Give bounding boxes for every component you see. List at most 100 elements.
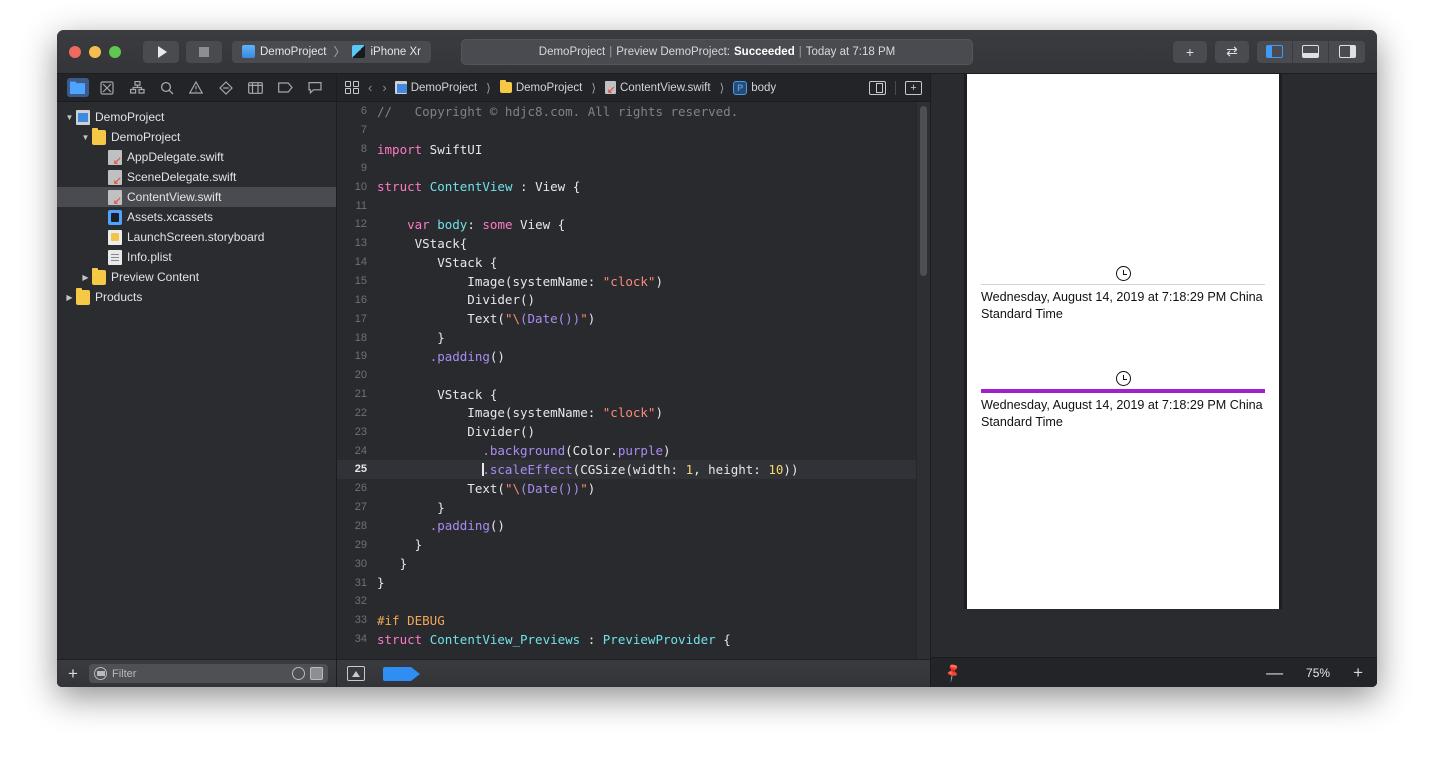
sidebar-item-project-navigator[interactable]	[66, 78, 89, 97]
add-editor-icon[interactable]	[905, 80, 922, 95]
disclosure-closed-icon[interactable]: ▶	[79, 273, 92, 282]
minimap-toggle-icon[interactable]	[869, 80, 886, 95]
scrollbar-thumb[interactable]	[920, 106, 927, 276]
code-token: ContentView_Previews	[429, 631, 581, 647]
code-token: Image(systemName:	[377, 273, 603, 289]
breadcrumb-group[interactable]: DemoProject	[499, 80, 582, 94]
code-line[interactable]: 25 .scaleEffect(CGSize(width: 1, height:…	[337, 460, 916, 479]
run-button[interactable]	[143, 40, 179, 63]
code-line[interactable]: 9	[337, 159, 916, 178]
sidebar-item-test-navigator[interactable]	[215, 78, 237, 97]
close-button[interactable]	[69, 45, 81, 58]
scheme-selector[interactable]: DemoProject 〉 iPhone Xr	[232, 40, 431, 63]
code-line[interactable]: 11	[337, 196, 916, 215]
code-line[interactable]: 7	[337, 121, 916, 140]
code-review-button[interactable]: ⇄	[1215, 40, 1249, 63]
preview-vstack: Wednesday, August 14, 2019 at 7:18:29 PM…	[981, 367, 1265, 431]
code-line[interactable]: 23 Divider()	[337, 422, 916, 441]
breakpoint-tag-icon[interactable]	[383, 666, 420, 681]
toggle-navigator-button[interactable]	[1257, 40, 1293, 63]
code-line[interactable]: 32	[337, 592, 916, 611]
traffic-lights	[69, 45, 121, 58]
code-token: ContentView	[429, 179, 513, 195]
code-line[interactable]: 27 }	[337, 498, 916, 517]
forward-button[interactable]: ›	[380, 80, 388, 95]
code-line[interactable]: 31}	[337, 573, 916, 592]
pin-icon[interactable]: 📌	[942, 661, 964, 683]
code-line[interactable]: 16 Divider()	[337, 290, 916, 309]
zoom-out-button[interactable]: —	[1266, 664, 1283, 681]
tree-row-label: DemoProject	[111, 130, 181, 144]
breadcrumb-symbol[interactable]: P body	[733, 80, 776, 95]
code-line[interactable]: 34 struct ContentView_Previews : PreviewP…	[337, 630, 916, 649]
tree-row[interactable]: ▶SceneDelegate.swift	[57, 167, 336, 187]
filter-input[interactable]: Filter	[89, 664, 328, 683]
tree-row[interactable]: ▶ Preview Content	[57, 267, 336, 287]
code-line[interactable]: 28 .padding()	[337, 517, 916, 536]
code-line[interactable]: 8 import SwiftUI	[337, 140, 916, 159]
minimize-button[interactable]	[89, 45, 101, 58]
code-line[interactable]: 14 VStack {	[337, 253, 916, 272]
plist-icon	[108, 249, 122, 265]
code-line[interactable]: 20	[337, 366, 916, 385]
tree-row[interactable]: ▶ContentView.swift	[57, 187, 336, 207]
status-bar[interactable]: DemoProject | Preview DemoProject: Succe…	[461, 38, 973, 65]
code-line[interactable]: 12 var body: some View {	[337, 215, 916, 234]
editor-scrollbar[interactable]	[916, 102, 930, 659]
add-editor-button[interactable]: +	[1173, 40, 1207, 63]
line-number: 8	[360, 143, 367, 156]
code-line[interactable]: 13 VStack{	[337, 234, 916, 253]
code-token: .background	[482, 443, 566, 459]
add-file-button[interactable]: +	[65, 665, 81, 682]
code-line[interactable]: 33 #if DEBUG	[337, 611, 916, 630]
code-line[interactable]: 15 Image(systemName: "clock")	[337, 272, 916, 291]
code-line[interactable]: 29 }	[337, 535, 916, 554]
tree-row[interactable]: ▼ DemoProject	[57, 107, 336, 127]
preview-device[interactable]: Wednesday, August 14, 2019 at 7:18:29 PM…	[967, 74, 1279, 609]
code-line[interactable]: 17 Text("\(Date())")	[337, 309, 916, 328]
code-token: 1	[685, 461, 694, 477]
tree-row[interactable]: ▶Assets.xcassets	[57, 207, 336, 227]
code-line[interactable]: 30 }	[337, 554, 916, 573]
zoom-in-button[interactable]: +	[1353, 664, 1363, 681]
warning-indicator-icon[interactable]	[347, 666, 365, 681]
tree-row[interactable]: ▶Info.plist	[57, 247, 336, 267]
breadcrumb-project[interactable]: DemoProject	[394, 81, 477, 94]
sidebar-item-symbol-navigator[interactable]	[126, 78, 148, 97]
tree-row[interactable]: ▼ DemoProject	[57, 127, 336, 147]
tree-row[interactable]: ▶AppDelegate.swift	[57, 147, 336, 167]
code-editor[interactable]: 6 // Copyright © hdjc8.com. All rights re…	[337, 102, 916, 659]
maximize-button[interactable]	[109, 45, 121, 58]
code-line[interactable]: 18 }	[337, 328, 916, 347]
breadcrumb-file[interactable]: ContentView.swift	[605, 81, 711, 96]
code-line[interactable]: 6 // Copyright © hdjc8.com. All rights re…	[337, 102, 916, 121]
code-line[interactable]: 21 VStack {	[337, 385, 916, 404]
sidebar-item-report-navigator[interactable]	[304, 78, 326, 97]
code-token: .scaleEffect	[482, 461, 573, 477]
stop-button[interactable]	[186, 40, 222, 63]
canvas-area[interactable]: Wednesday, August 14, 2019 at 7:18:29 PM…	[931, 74, 1377, 657]
sidebar-item-breakpoint-navigator[interactable]	[274, 78, 296, 97]
disclosure-closed-icon[interactable]: ▶	[63, 293, 76, 302]
code-token: "clock"	[602, 405, 656, 421]
sidebar-item-debug-navigator[interactable]	[245, 78, 267, 97]
code-line[interactable]: 22 Image(systemName: "clock")	[337, 404, 916, 423]
toolbar-right-group: + ⇄	[1173, 40, 1365, 63]
toggle-inspector-button[interactable]	[1329, 40, 1365, 63]
disclosure-open-icon[interactable]: ▼	[79, 133, 92, 142]
toggle-debug-area-button[interactable]	[1293, 40, 1329, 63]
sidebar-item-source-control-navigator[interactable]	[96, 78, 118, 97]
back-button[interactable]: ‹	[366, 80, 374, 95]
code-line[interactable]: 10 struct ContentView : View {	[337, 177, 916, 196]
tree-row[interactable]: ▶LaunchScreen.storyboard	[57, 227, 336, 247]
disclosure-open-icon[interactable]: ▼	[63, 113, 76, 122]
tree-row[interactable]: ▶ Products	[57, 287, 336, 307]
sidebar-item-issue-navigator[interactable]	[185, 78, 207, 97]
code-line[interactable]: 19 .padding()	[337, 347, 916, 366]
sidebar-item-find-navigator[interactable]	[156, 78, 178, 97]
project-file-tree[interactable]: ▼DemoProject▼DemoProject▶AppDelegate.swi…	[57, 102, 336, 659]
code-line[interactable]: 26 Text("\(Date())")	[337, 479, 916, 498]
code-line[interactable]: 24 .background(Color.purple)	[337, 441, 916, 460]
related-items-icon[interactable]	[345, 81, 360, 94]
